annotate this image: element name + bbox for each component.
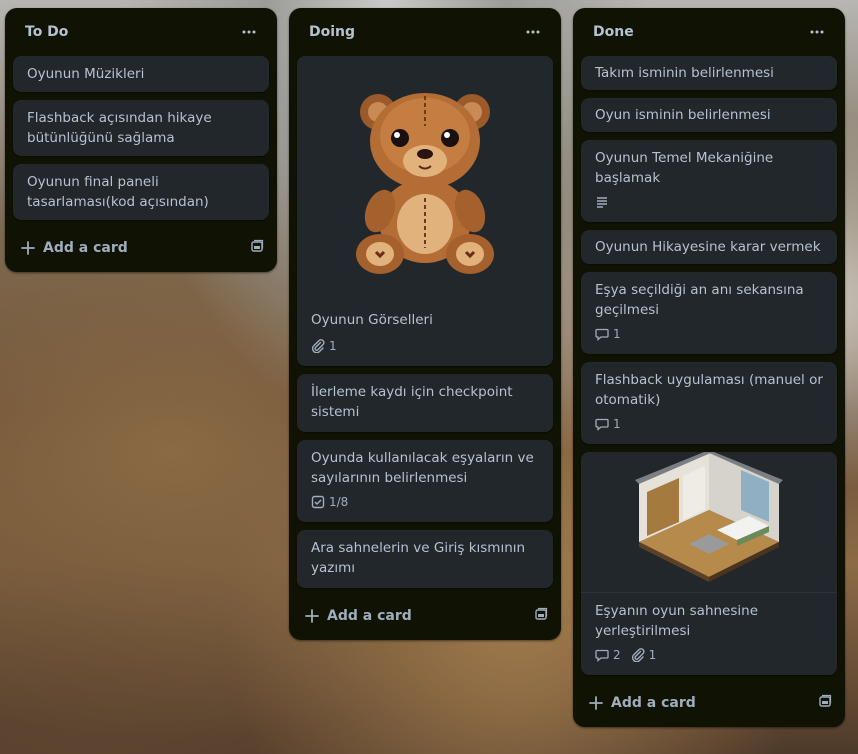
card-title: Oyunda kullanılacak eşyaların ve sayılar…: [311, 450, 534, 486]
comment-icon: [595, 328, 609, 341]
list-todo: To Do Oyunun Müzikleri Flashback açısınd…: [5, 8, 277, 272]
card-title: Ara sahnelerin ve Giriş kısmının yazımı: [311, 540, 526, 576]
list-done: Done Takım isminin belirlenmesi Oyun ism…: [573, 8, 845, 727]
card[interactable]: Oyunun Temel Mekaniğine başlamak: [581, 140, 837, 222]
list-doing: Doing Oyunun Görselleri 1 İlerleme kaydı…: [289, 8, 561, 640]
create-from-template-button[interactable]: [249, 238, 265, 258]
comment-badge: 1: [595, 417, 621, 431]
list-header: To Do: [5, 8, 277, 56]
isometric-room-image: [635, 452, 783, 582]
card[interactable]: Eşyanın oyun sahnesine yerleştirilmesi 2…: [581, 452, 837, 675]
add-card-label: Add a card: [611, 695, 696, 711]
card-title: İlerleme kaydı için checkpoint sistemi: [311, 384, 513, 420]
card-title: Takım isminin belirlenmesi: [595, 65, 774, 81]
list-header: Doing: [289, 8, 561, 56]
list-header: Done: [573, 8, 845, 56]
comment-badge: 1: [595, 327, 621, 341]
add-card-button[interactable]: Add a card: [21, 240, 128, 256]
list-menu-button[interactable]: [801, 16, 833, 48]
plus-icon: [305, 609, 319, 623]
card[interactable]: Oyunun Görselleri 1: [297, 56, 553, 366]
comment-count: 1: [613, 417, 621, 431]
card-badges: 1: [595, 414, 825, 434]
card-template-icon: [535, 607, 548, 620]
card-title: Oyunun Görselleri: [311, 312, 433, 328]
list-menu-button[interactable]: [517, 16, 549, 48]
card[interactable]: Takım isminin belirlenmesi: [581, 56, 837, 90]
list-title[interactable]: To Do: [25, 24, 68, 40]
comment-count: 1: [613, 327, 621, 341]
card[interactable]: Eşya seçildiği an anı sekansına geçilmes…: [581, 272, 837, 354]
card-title: Flashback açısından hikaye bütünlüğünü s…: [27, 110, 212, 146]
card-badges: [595, 192, 825, 212]
card-template-icon: [819, 694, 832, 707]
card-title: Eşya seçildiği an anı sekansına geçilmes…: [595, 282, 804, 318]
card-title: Flashback uygulaması (manuel or otomatik…: [595, 372, 823, 408]
list-title[interactable]: Done: [593, 24, 634, 40]
card-badges: 1/8: [311, 492, 541, 512]
checklist-icon: [311, 495, 325, 509]
card-title: Oyunun final paneli tasarlaması(kod açıs…: [27, 174, 209, 210]
card[interactable]: İlerleme kaydı için checkpoint sistemi: [297, 374, 553, 432]
card-title: Oyunun Müzikleri: [27, 66, 145, 82]
add-card-row: Add a card: [573, 683, 845, 723]
card-title: Oyunun Temel Mekaniğine başlamak: [595, 150, 774, 186]
attachment-count: 1: [648, 648, 657, 662]
add-card-label: Add a card: [43, 240, 128, 256]
checklist-badge: 1/8: [311, 495, 348, 509]
teddy-bear-image: [356, 93, 494, 274]
card-cover-teddy-bear: [297, 56, 553, 306]
comment-count: 2: [613, 648, 621, 662]
card-template-icon: [251, 239, 264, 252]
attachment-badge: 1: [631, 648, 657, 662]
add-card-button[interactable]: Add a card: [589, 695, 696, 711]
card-list: Oyunun Görselleri 1 İlerleme kaydı için …: [289, 56, 561, 588]
add-card-row: Add a card: [5, 228, 277, 268]
checklist-count: 1/8: [329, 495, 349, 509]
add-card-label: Add a card: [327, 608, 412, 624]
card-title: Oyun isminin belirlenmesi: [595, 107, 771, 123]
card[interactable]: Flashback uygulaması (manuel or otomatik…: [581, 362, 837, 444]
card[interactable]: Oyunda kullanılacak eşyaların ve sayılar…: [297, 440, 553, 522]
comment-icon: [595, 418, 609, 431]
card[interactable]: Oyunun Müzikleri: [13, 56, 269, 92]
plus-icon: [589, 696, 603, 710]
create-from-template-button[interactable]: [817, 693, 833, 713]
card-list: Takım isminin belirlenmesi Oyun isminin …: [573, 56, 845, 675]
card-badges: 1: [311, 336, 541, 356]
add-card-row: Add a card: [289, 596, 561, 636]
list-title[interactable]: Doing: [309, 24, 355, 40]
attachment-badge: 1: [311, 339, 337, 353]
description-icon: [597, 197, 607, 208]
card[interactable]: Oyun isminin belirlenmesi: [581, 98, 837, 132]
card-list: Oyunun Müzikleri Flashback açısından hik…: [5, 56, 277, 220]
add-card-button[interactable]: Add a card: [305, 608, 412, 624]
paperclip-icon: [631, 648, 645, 662]
comment-badge: 2: [595, 648, 621, 662]
create-from-template-button[interactable]: [533, 606, 549, 626]
ellipsis-icon: [810, 30, 824, 34]
card[interactable]: Ara sahnelerin ve Giriş kısmının yazımı: [297, 530, 553, 588]
list-menu-button[interactable]: [233, 16, 265, 48]
comment-icon: [595, 649, 609, 662]
ellipsis-icon: [242, 30, 256, 34]
card-badges: 2 1: [595, 645, 825, 665]
attachment-count: 1: [329, 339, 337, 353]
card-title: Oyunun Hikayesine karar vermek: [595, 239, 821, 255]
card[interactable]: Flashback açısından hikaye bütünlüğünü s…: [13, 100, 269, 156]
paperclip-icon: [311, 339, 325, 353]
description-badge: [595, 195, 609, 209]
card[interactable]: Oyunun Hikayesine karar vermek: [581, 230, 837, 264]
card[interactable]: Oyunun final paneli tasarlaması(kod açıs…: [13, 164, 269, 220]
card-cover-room: [581, 452, 837, 593]
plus-icon: [21, 241, 35, 255]
card-title: Eşyanın oyun sahnesine yerleştirilmesi: [595, 603, 759, 639]
card-badges: 1: [595, 324, 825, 344]
ellipsis-icon: [526, 30, 540, 34]
